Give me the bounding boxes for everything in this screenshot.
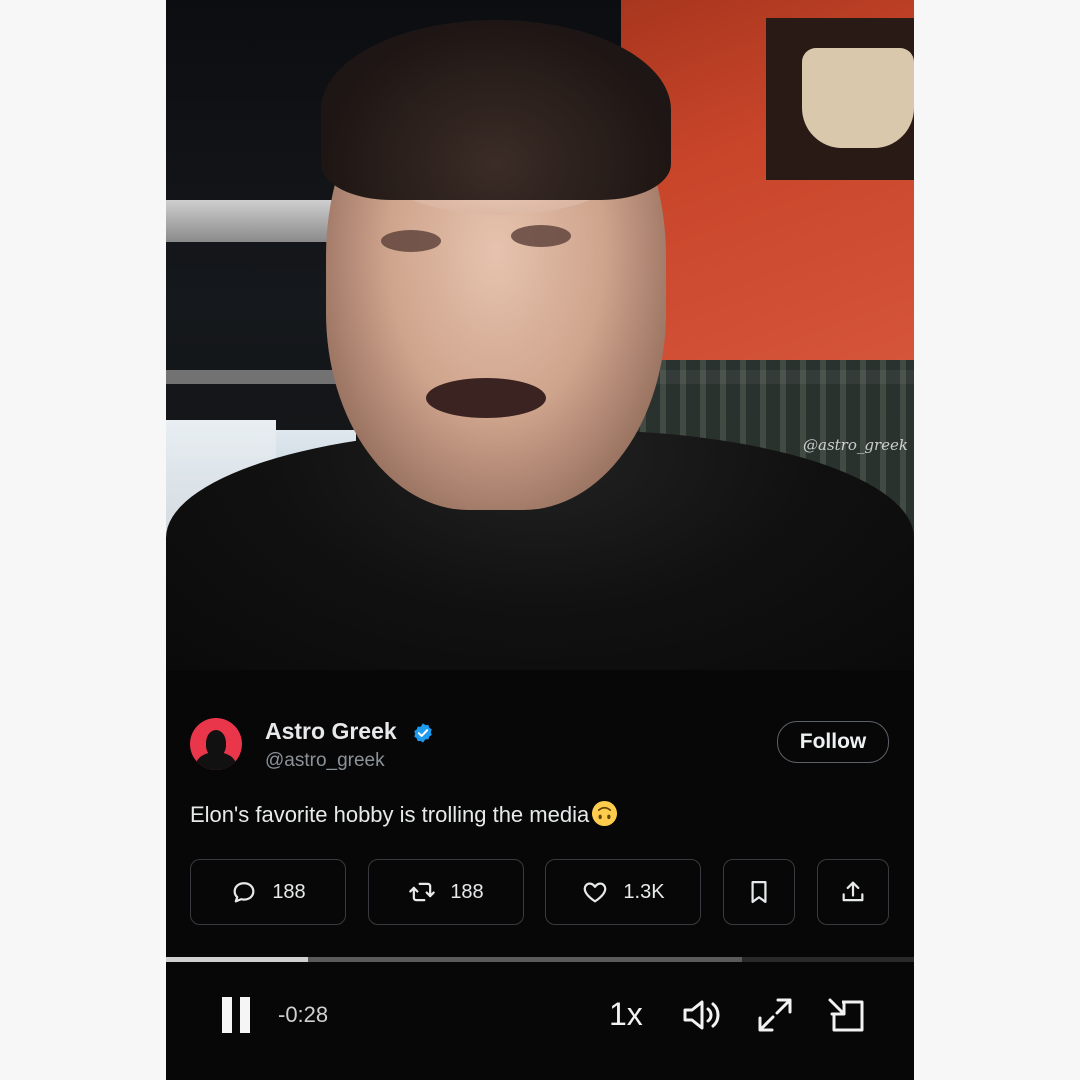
share-upload-icon (842, 881, 864, 902)
progress-played[interactable] (166, 957, 308, 962)
picture-in-picture-icon[interactable] (826, 996, 866, 1034)
video-person-eye (381, 230, 441, 252)
avatar[interactable] (190, 718, 242, 770)
bookmark-button[interactable] (723, 859, 795, 925)
video-person-hair (321, 20, 671, 200)
video-light (166, 200, 346, 242)
video-sign (802, 48, 914, 148)
repost-arrows-icon (409, 882, 436, 902)
video-person-mouth (426, 378, 546, 418)
reply-bubble-icon (233, 882, 255, 903)
reply-button[interactable]: 188 (190, 859, 346, 925)
follow-button[interactable]: Follow (777, 721, 889, 763)
video-frame[interactable]: @astro_greek (166, 0, 914, 670)
video-person-eye (511, 225, 571, 247)
like-count: 1.3K (623, 880, 665, 903)
repost-count: 188 (450, 880, 484, 903)
pause-button[interactable] (220, 997, 252, 1033)
video-watermark: @astro_greek (803, 436, 908, 454)
reply-count: 188 (272, 880, 306, 903)
upside-down-face-emoji-icon (592, 800, 618, 827)
author-handle[interactable]: @astro_greek (265, 750, 385, 772)
volume-icon[interactable] (681, 996, 723, 1034)
heart-icon (584, 882, 607, 903)
bookmark-icon (751, 880, 767, 904)
share-button[interactable] (817, 859, 889, 925)
expand-icon[interactable] (756, 996, 794, 1034)
post-text-content: Elon's favorite hobby is trolling the me… (190, 802, 590, 827)
playback-speed-button[interactable]: 1x (609, 996, 643, 1033)
verified-badge-icon (414, 723, 432, 743)
post-card: Astro Greek @astro_greek Follow Elon's f… (166, 670, 914, 1080)
like-button[interactable]: 1.3K (545, 859, 701, 925)
post-text: Elon's favorite hobby is trolling the me… (190, 800, 618, 828)
time-remaining: -0:28 (278, 1002, 329, 1027)
avatar-shoulders (196, 752, 236, 770)
video-player: @astro_greek Astro Greek @astro_greek Fo… (166, 0, 914, 1080)
author-name[interactable]: Astro Greek (265, 718, 397, 745)
repost-button[interactable]: 188 (368, 859, 524, 925)
